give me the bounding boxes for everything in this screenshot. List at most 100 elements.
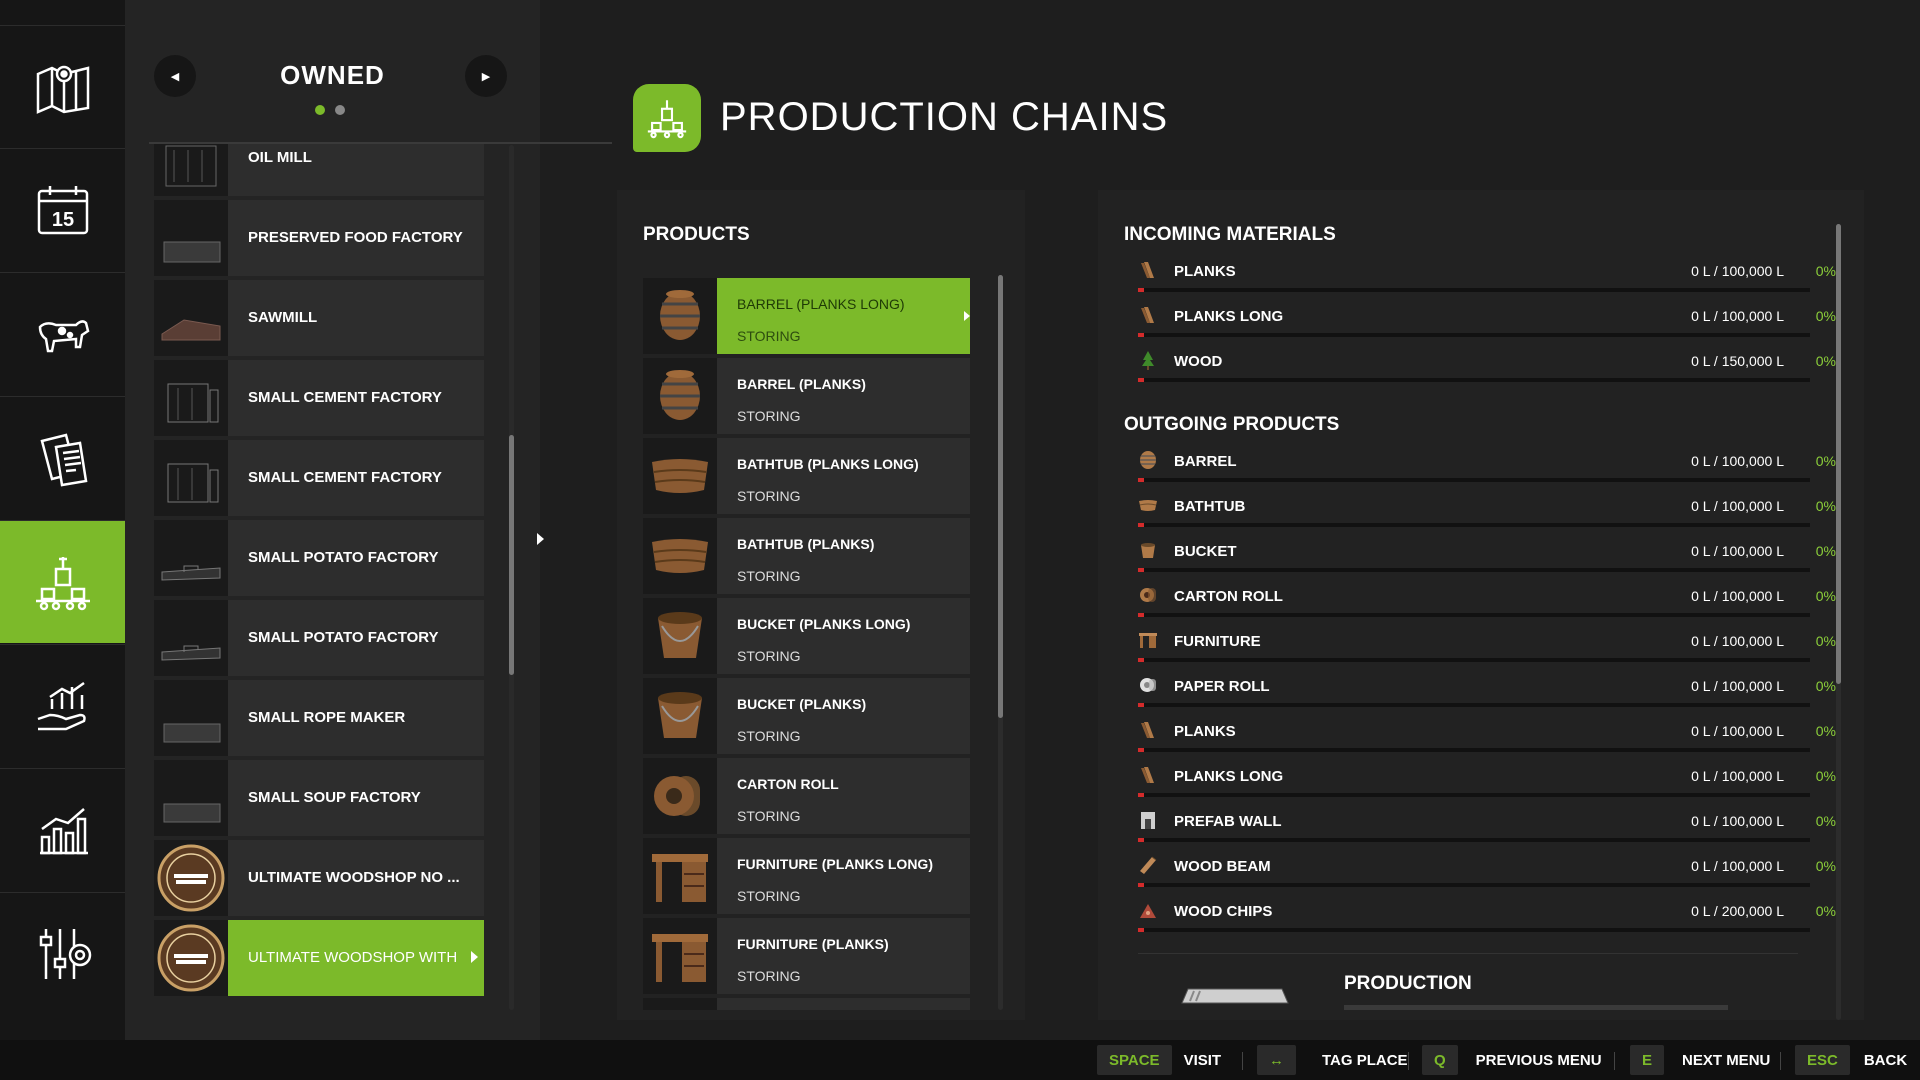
fill-level-bar [1138,568,1810,572]
collapse-list-arrow-icon[interactable] [537,533,544,545]
material-row: PLANKS 0 L / 100,000 L 0% [1138,254,1844,299]
list-item-small-cement-factory[interactable]: SMALL CEMENT FACTORY [154,360,484,436]
fill-level-bar [1138,658,1810,662]
fill-level-bar [1138,838,1810,842]
product-item[interactable]: FURNITURE (PLANKS LONG) STORING [643,838,970,914]
next-menu-action[interactable]: E NEXT MENU [1630,1045,1770,1075]
nav-item-animals[interactable] [0,272,125,395]
bottom-action-bar: SPACE VISIT ↔ TAG PLACE Q PREVIOUS MENU … [0,1040,1920,1080]
building-thumbnail [154,200,228,276]
settings-sliders-icon [39,929,91,979]
planks-icon [1138,305,1158,325]
production-icon [35,557,90,611]
nav-item-statistics[interactable] [0,768,125,891]
key-space: SPACE [1097,1045,1172,1075]
product-item[interactable]: BUCKET (PLANKS LONG) STORING [643,598,970,674]
list-item-small-cement-factory-2[interactable]: SMALL CEMENT FACTORY [154,440,484,516]
page-dot[interactable] [335,105,345,115]
bathtub-icon [1138,495,1158,515]
planks-icon [1138,765,1158,785]
nav-item-settings[interactable] [0,892,125,1015]
nav-item-contracts[interactable] [0,396,125,519]
key-esc: ESC [1795,1045,1850,1075]
material-row: PLANKS LONG 0 L / 100,000 L 0% [1138,299,1844,344]
owned-list: OIL MILL PRESERVED FOOD FACTORY SAWMILL … [154,144,609,1012]
list-item-ultimate-woodshop-with[interactable]: ULTIMATE WOODSHOP WITH [154,920,484,996]
products-title: PRODUCTS [643,224,750,245]
planks-icon [1138,260,1158,280]
material-row: BUCKET 0 L / 100,000 L 0% [1138,534,1844,579]
list-scrollbar-thumb[interactable] [509,435,514,675]
material-row: PAPER ROLL 0 L / 100,000 L 0% [1138,669,1844,714]
next-category-button[interactable]: ▶ [465,55,507,97]
fill-level-bar [1138,793,1810,797]
finance-hand-icon [37,681,86,731]
materials-scrollbar-thumb[interactable] [1836,224,1841,684]
list-item-preserved-food-factory[interactable]: PRESERVED FOOD FACTORY [154,200,484,276]
list-item-ultimate-woodshop-no[interactable]: ULTIMATE WOODSHOP NO ... [154,840,484,916]
triangle-right-icon: ▶ [481,70,491,83]
previous-menu-action[interactable]: Q PREVIOUS MENU [1422,1045,1602,1075]
building-thumbnail [154,600,228,676]
list-item-oil-mill[interactable]: OIL MILL [154,144,484,196]
production-slot-icon [1181,988,1289,1004]
material-row: FURNITURE 0 L / 100,000 L 0% [1138,624,1844,669]
fill-level-bar [1138,883,1810,887]
key-e: E [1630,1045,1665,1075]
product-item[interactable]: BATHTUB (PLANKS) STORING [643,518,970,594]
bucket-icon [643,598,717,674]
nav-item-finances[interactable] [0,644,125,767]
production-title: PRODUCTION [1344,973,1472,994]
material-row: WOOD BEAM 0 L / 100,000 L 0% [1138,849,1844,894]
material-row: CARTON ROLL 0 L / 100,000 L 0% [1138,579,1844,624]
products-scrollbar[interactable] [998,275,1003,1010]
barrel-icon [643,358,717,434]
product-item[interactable]: BARREL (PLANKS LONG) STORING [643,278,970,354]
list-item-small-rope-maker[interactable]: SMALL ROPE MAKER [154,680,484,756]
back-action[interactable]: ESC BACK [1795,1045,1907,1075]
bathtub-icon [643,518,717,594]
fill-level-bar [1138,523,1810,527]
visit-action[interactable]: SPACE VISIT [1097,1045,1221,1075]
list-item-sawmill[interactable]: SAWMILL [154,280,484,356]
fill-level-bar [1138,928,1810,932]
product-item[interactable]: BATHTUB (PLANKS LONG) STORING [643,438,970,514]
material-row: PREFAB WALL 0 L / 100,000 L 0% [1138,804,1844,849]
product-item[interactable]: CARTON ROLL STORING [643,758,970,834]
fill-level-bar [1138,703,1810,707]
carton-roll-icon [643,758,717,834]
product-item[interactable]: BARREL (PLANKS) STORING [643,358,970,434]
products-scrollbar-thumb[interactable] [998,275,1003,718]
building-thumbnail [154,440,228,516]
building-thumbnail [154,144,228,196]
furniture-icon [1138,630,1158,650]
barrel-icon [1138,450,1158,470]
tag-place-action[interactable]: ↔ TAG PLACE [1257,1045,1408,1075]
bucket-icon [643,678,717,754]
product-item[interactable] [643,998,970,1010]
materials-scrollbar[interactable] [1836,224,1841,1020]
carton-roll-icon [1138,585,1158,605]
list-scrollbar[interactable] [509,145,514,1010]
calendar-icon: 15 [37,186,88,235]
list-item-small-potato-factory[interactable]: SMALL POTATO FACTORY [154,520,484,596]
nav-item-production[interactable] [0,520,139,643]
nav-item-map[interactable] [0,25,125,148]
building-thumbnail [154,280,228,356]
key-q: Q [1422,1045,1458,1075]
planks-icon [1138,720,1158,740]
bathtub-icon [643,438,717,514]
products-list: BARREL (PLANKS LONG) STORING BARREL (PLA… [643,278,983,1010]
chevron-right-icon [964,311,970,321]
tree-icon [1138,350,1158,370]
list-item-small-soup-factory[interactable]: SMALL SOUP FACTORY [154,760,484,836]
product-item[interactable]: BUCKET (PLANKS) STORING [643,678,970,754]
list-item-small-potato-factory-2[interactable]: SMALL POTATO FACTORY [154,600,484,676]
page-dot-active[interactable] [315,105,325,115]
nav-item-calendar[interactable]: 15 [0,148,125,271]
material-row: WOOD CHIPS 0 L / 200,000 L 0% [1138,894,1844,939]
page-title: PRODUCTION CHAINS [720,95,1169,139]
product-item[interactable]: FURNITURE (PLANKS) STORING [643,918,970,994]
outgoing-products-title: OUTGOING PRODUCTS [1124,414,1340,435]
material-row: WOOD 0 L / 150,000 L 0% [1138,344,1844,389]
